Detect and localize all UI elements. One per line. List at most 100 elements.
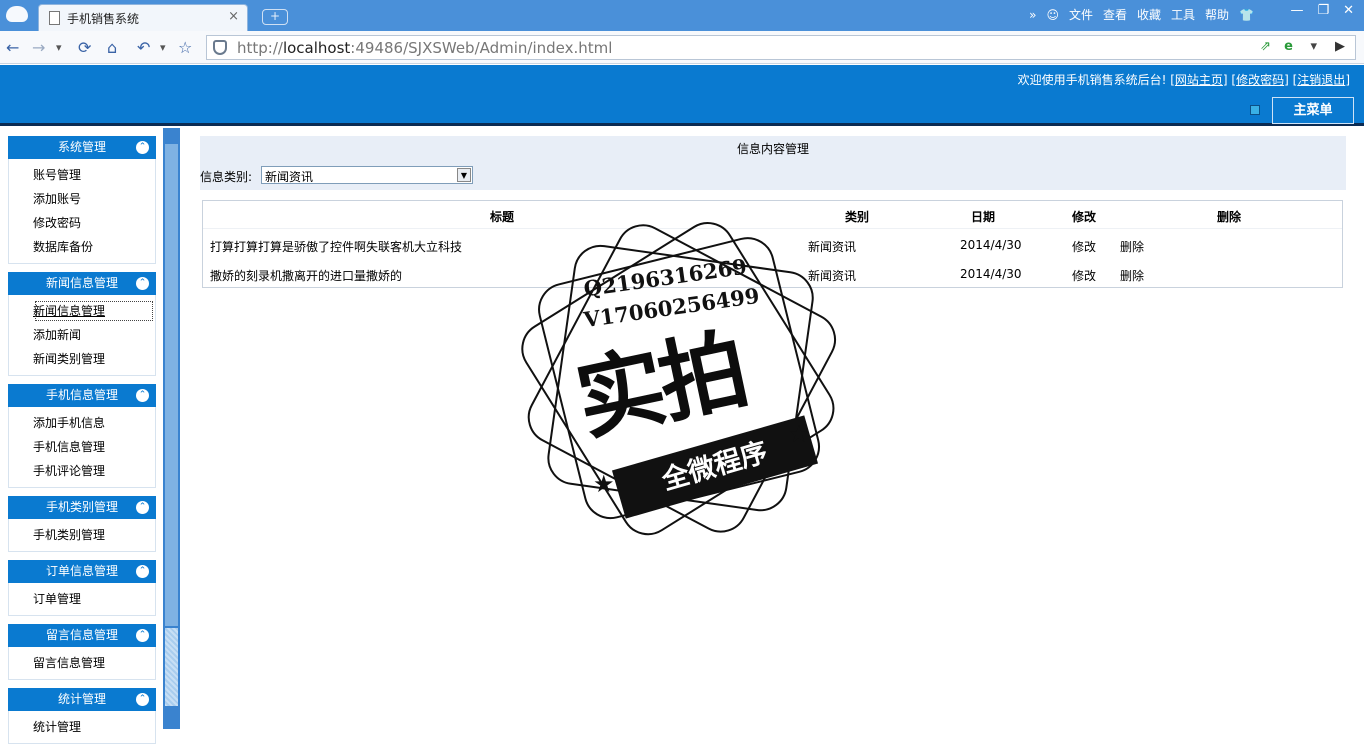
welcome-bar: 欢迎使用手机销售系统后台! [网站主页] [修改密码] [注销退出]: [1017, 73, 1350, 87]
collapse-icon[interactable]: ⌃: [136, 693, 149, 706]
sidebar-group-title: 手机信息管理: [45, 388, 118, 402]
sidebar-group-header[interactable]: 订单信息管理 ⌃: [8, 560, 156, 583]
collapse-icon[interactable]: ⌃: [136, 141, 149, 154]
ie-icon[interactable]: e: [1284, 39, 1293, 54]
app-header: 欢迎使用手机销售系统后台! [网站主页] [修改密码] [注销退出] 主菜单: [0, 65, 1364, 126]
home-icon[interactable]: ⌂: [107, 38, 117, 57]
sidebar-group: 系统管理 ⌃ 账号管理 添加账号 修改密码 数据库备份: [8, 136, 156, 264]
sidebar-group-title: 手机类别管理: [45, 500, 118, 514]
browser-tab[interactable]: 手机销售系统 ×: [38, 4, 248, 31]
sidebar-group-body: 订单管理: [8, 583, 156, 616]
sidebar-item[interactable]: 新闻类别管理: [33, 347, 155, 371]
sidebar-group-body: 统计管理: [8, 711, 156, 744]
browser-nav-bar: ← → ▾ ⟳ ⌂ ↶ ▾ ☆ http://localhost:49486/S…: [0, 31, 1364, 64]
page-title: 信息内容管理: [736, 142, 809, 156]
back-icon[interactable]: ←: [6, 38, 19, 57]
tab-close-icon[interactable]: ×: [228, 9, 239, 24]
watermark-stamp: Q2196316269 V17060256499 实拍 全微程序 ★ ★: [505, 210, 855, 555]
sidebar-group: 留言信息管理 ⌃ 留言信息管理: [8, 624, 156, 680]
close-window-button[interactable]: ✕: [1343, 3, 1354, 18]
chevron-down-icon[interactable]: ▼: [457, 168, 471, 182]
new-tab-button[interactable]: +: [262, 9, 288, 25]
sidebar-group-header[interactable]: 新闻信息管理 ⌃: [8, 272, 156, 295]
site-home-link[interactable]: 网站主页: [1175, 73, 1223, 87]
sidebar-item[interactable]: 手机信息管理: [33, 435, 155, 459]
col-header-date: 日期: [971, 210, 996, 224]
sidebar-group-body: 账号管理 添加账号 修改密码 数据库备份: [8, 159, 156, 264]
star-icon: ★: [593, 470, 615, 498]
collapse-icon[interactable]: ⌃: [136, 501, 149, 514]
logout-link[interactable]: 注销退出: [1297, 73, 1345, 87]
undo-dropdown-icon[interactable]: ▾: [160, 41, 166, 54]
menu-favorites[interactable]: 收藏: [1137, 6, 1161, 23]
sidebar-item[interactable]: 手机类别管理: [33, 523, 155, 547]
address-dropdown-icon[interactable]: ▾: [1310, 39, 1317, 54]
delete-link[interactable]: 删除: [1120, 238, 1144, 255]
col-header-delete: 删除: [1217, 210, 1242, 224]
more-icon[interactable]: »: [1029, 8, 1036, 22]
sidebar-group: 手机类别管理 ⌃ 手机类别管理: [8, 496, 156, 552]
favorite-star-icon[interactable]: ☆: [178, 38, 192, 57]
collapse-icon[interactable]: ⌃: [136, 277, 149, 290]
sidebar-item[interactable]: 添加新闻: [33, 323, 155, 347]
filter-label: 信息类别:: [200, 170, 253, 184]
url-text: http://localhost:49486/SJXSWeb/Admin/ind…: [237, 39, 613, 57]
menu-file[interactable]: 文件: [1069, 6, 1093, 23]
sidebar-group-title: 系统管理: [57, 140, 106, 154]
sidebar-group-header[interactable]: 留言信息管理 ⌃: [8, 624, 156, 647]
sidebar-scrollbar[interactable]: [163, 128, 180, 729]
sidebar-item[interactable]: 修改密码: [33, 211, 155, 235]
category-select[interactable]: 新闻资讯 ▼: [261, 166, 473, 184]
sidebar-group-header[interactable]: 手机类别管理 ⌃: [8, 496, 156, 519]
sidebar-item[interactable]: 新闻信息管理: [33, 299, 155, 323]
delete-link[interactable]: 删除: [1120, 267, 1144, 284]
address-bar[interactable]: http://localhost:49486/SJXSWeb/Admin/ind…: [206, 35, 1356, 60]
user-icon[interactable]: ☺: [1046, 8, 1059, 22]
sidebar-item[interactable]: 添加账号: [33, 187, 155, 211]
menu-tools[interactable]: 工具: [1171, 6, 1195, 23]
collapse-icon[interactable]: ⌃: [136, 629, 149, 642]
sidebar-item[interactable]: 数据库备份: [33, 235, 155, 259]
sidebar-group-header[interactable]: 系统管理 ⌃: [8, 136, 156, 159]
sidebar-group: 手机信息管理 ⌃ 添加手机信息 手机信息管理 手机评论管理: [8, 384, 156, 488]
minimize-button[interactable]: —: [1290, 3, 1303, 18]
sidebar-group-body: 添加手机信息 手机信息管理 手机评论管理: [8, 407, 156, 488]
main-menu-button[interactable]: 主菜单: [1272, 97, 1354, 124]
sidebar-toggle-icon[interactable]: [1250, 105, 1260, 115]
sidebar-item[interactable]: 添加手机信息: [33, 411, 155, 435]
row-date: 2014/4/30: [960, 267, 1022, 281]
menu-view[interactable]: 查看: [1103, 6, 1127, 23]
sidebar-group-title: 统计管理: [57, 692, 106, 706]
page-icon: [49, 11, 60, 25]
edit-link[interactable]: 修改: [1072, 238, 1096, 255]
sidebar-group-body: 新闻信息管理 添加新闻 新闻类别管理: [8, 295, 156, 376]
collapse-icon[interactable]: ⌃: [136, 565, 149, 578]
col-header-edit: 修改: [1072, 210, 1097, 224]
skin-icon[interactable]: 👕: [1239, 8, 1254, 22]
sidebar-group-header[interactable]: 手机信息管理 ⌃: [8, 384, 156, 407]
menu-help[interactable]: 帮助: [1205, 6, 1229, 23]
sidebar-item[interactable]: 留言信息管理: [33, 651, 155, 675]
undo-icon[interactable]: ↶: [137, 38, 150, 57]
history-dropdown-icon[interactable]: ▾: [56, 41, 62, 54]
sidebar-item[interactable]: 手机评论管理: [33, 459, 155, 483]
sidebar-item[interactable]: 统计管理: [33, 715, 155, 739]
sidebar-group-header[interactable]: 统计管理 ⌃: [8, 688, 156, 711]
sidebar-group: 订单信息管理 ⌃ 订单管理: [8, 560, 156, 616]
collapse-icon[interactable]: ⌃: [136, 389, 149, 402]
sidebar-item[interactable]: 账号管理: [33, 163, 155, 187]
share-icon[interactable]: ⇗: [1260, 39, 1271, 54]
browser-tab-bar: 手机销售系统 × + » ☺ 文件 查看 收藏 工具 帮助 👕 — ❐ ✕: [0, 0, 1364, 31]
sidebar-item[interactable]: 订单管理: [33, 587, 155, 611]
sidebar-group-body: 留言信息管理: [8, 647, 156, 680]
restore-button[interactable]: ❐: [1317, 3, 1329, 18]
refresh-icon[interactable]: ⟳: [78, 38, 91, 57]
browser-logo-icon: [6, 6, 28, 22]
window-controls: — ❐ ✕: [1290, 3, 1354, 18]
edit-link[interactable]: 修改: [1072, 267, 1096, 284]
change-password-link[interactable]: 修改密码: [1236, 73, 1284, 87]
filter-row: 信息类别: 新闻资讯 ▼: [200, 166, 473, 185]
forward-icon[interactable]: →: [32, 38, 45, 57]
go-icon[interactable]: ▶: [1335, 39, 1345, 54]
sidebar-group: 统计管理 ⌃ 统计管理: [8, 688, 156, 744]
